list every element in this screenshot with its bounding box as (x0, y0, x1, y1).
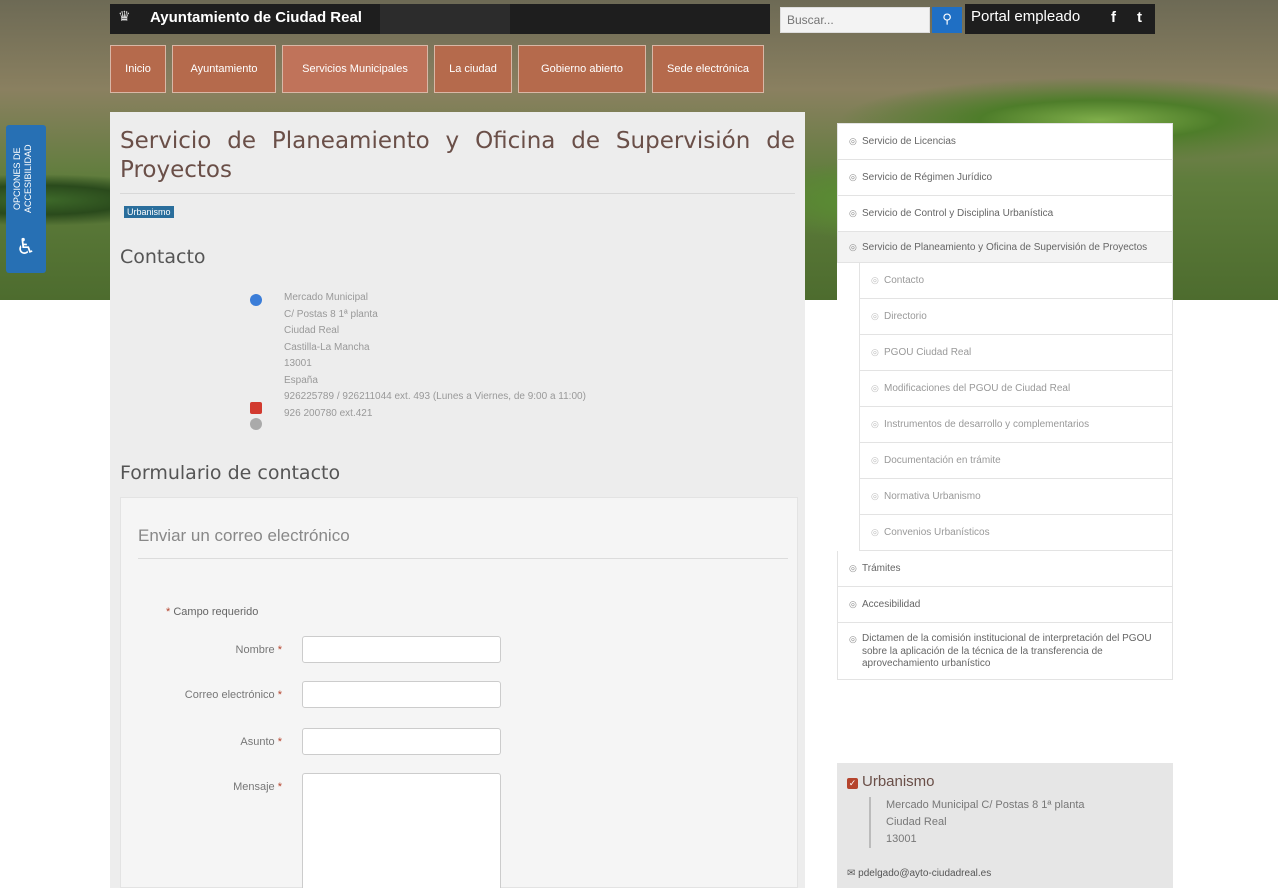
bullet-icon: ◎ (849, 242, 857, 252)
bullet-icon: ◎ (849, 563, 857, 573)
nav-item-ayuntamiento[interactable]: Ayuntamiento (172, 45, 276, 93)
bullet-icon: ◎ (849, 634, 857, 644)
bullet-icon: ◎ (849, 172, 857, 182)
bullet-icon: ◎ (871, 455, 879, 465)
facebook-icon[interactable]: f (1111, 9, 1116, 26)
page-title: Servicio de Planeamiento y Oficina de Su… (120, 128, 795, 183)
sidebar-item-licencias[interactable]: ◎ Servicio de Licencias (837, 123, 1173, 160)
bullet-icon: ◎ (871, 311, 879, 321)
bullet-icon: ◎ (871, 527, 879, 537)
bullet-icon: ◎ (871, 347, 879, 357)
sidebar-subitem-documentacion[interactable]: ◎ Documentación en trámite (859, 443, 1173, 479)
globe-icon (250, 294, 262, 306)
name-label: Nombre * (235, 644, 282, 656)
bullet-icon: ◎ (871, 383, 879, 393)
portal-empleado-bar: Portal empleado f t (965, 4, 1155, 34)
sidebar-subitem-convenios[interactable]: ◎ Convenios Urbanísticos (859, 515, 1173, 551)
address-line: Castilla-La Mancha (284, 341, 370, 353)
card-address: Mercado Municipal C/ Postas 8 1ª planta … (869, 797, 1149, 848)
address-line: 13001 (284, 358, 312, 369)
fax-number: 926 200780 ext.421 (284, 407, 373, 419)
message-label: Mensaje * (233, 781, 282, 793)
nav-item-gobierno-abierto[interactable]: Gobierno abierto (518, 45, 646, 93)
top-bar: ♛ Ayuntamiento de Ciudad Real (110, 4, 770, 34)
sidebar-item-planeamiento[interactable]: ◎ Servicio de Planeamiento y Oficina de S… (837, 232, 1173, 263)
sidebar-item-regimen-juridico[interactable]: ◎ Servicio de Régimen Jurídico (837, 160, 1173, 196)
address-line: C/ Postas 8 1ª planta (284, 308, 378, 320)
main-navigation: Inicio Ayuntamiento Servicios Municipale… (110, 45, 764, 93)
sidebar-subitem-contacto[interactable]: ◎ Contacto (859, 263, 1173, 299)
twitter-icon[interactable]: t (1137, 9, 1142, 26)
required-note-text: Campo requerido (173, 606, 259, 618)
bullet-icon: ◎ (871, 419, 879, 429)
search-button[interactable]: ⚲ (932, 7, 962, 33)
envelope-icon: ✉ (847, 868, 856, 879)
sidebar-menu: ◎ Servicio de Licencias ◎ Servicio de Régi… (837, 123, 1173, 680)
address-line: Mercado Municipal (284, 292, 368, 303)
message-field[interactable] (302, 773, 501, 888)
sidebar-subitem-pgou[interactable]: ◎ PGOU Ciudad Real (859, 335, 1173, 371)
site-name[interactable]: Ayuntamiento de Ciudad Real (150, 9, 362, 26)
subject-field[interactable] (302, 728, 501, 755)
sidebar-subitem-modificaciones[interactable]: ◎ Modificaciones del PGOU de Ciudad Real (859, 371, 1173, 407)
bullet-icon: ◎ (871, 275, 879, 285)
email-field[interactable] (302, 681, 501, 708)
subject-label: Asunto * (240, 736, 282, 748)
portal-empleado-link[interactable]: Portal empleado (971, 8, 1080, 25)
divider (120, 193, 795, 194)
name-field[interactable] (302, 636, 501, 663)
accessibility-options-tab[interactable]: OPCIONES DE ACCESIBILIDAD ♿ (6, 125, 46, 273)
contact-details: Mercado Municipal C/ Postas 8 1ª planta … (284, 290, 586, 422)
card-title: ✓ Urbanismo (847, 773, 935, 790)
phone-icon (250, 402, 262, 414)
email-label: Correo electrónico * (184, 689, 282, 701)
fax-icon (250, 418, 262, 430)
divider (138, 558, 788, 559)
accessibility-label: OPCIONES DE ACCESIBILIDAD (12, 144, 33, 214)
bullet-icon: ◎ (849, 136, 857, 146)
phone-number: 926225789 / 926211044 ext. 493 (Lunes a … (284, 391, 586, 402)
nav-item-servicios[interactable]: Servicios Municipales (282, 45, 428, 93)
sidebar-subitem-directorio[interactable]: ◎ Directorio (859, 299, 1173, 335)
sidebar-item-dictamen[interactable]: ◎ Dictamen de la comisión institucional d… (837, 623, 1173, 680)
checkbox-icon: ✓ (847, 778, 858, 789)
form-legend: Enviar un correo electrónico (138, 526, 350, 545)
card-email[interactable]: ✉ pdelgado@ayto-ciudadreal.es (847, 868, 991, 879)
address-line: Ciudad Real (284, 325, 340, 336)
sidebar-item-control-disciplina[interactable]: ◎ Servicio de Control y Disciplina Urbaní… (837, 196, 1173, 232)
nav-item-la-ciudad[interactable]: La ciudad (434, 45, 512, 93)
address-line: España (284, 374, 318, 386)
contact-heading: Contacto (120, 246, 206, 268)
sidebar-subitem-normativa[interactable]: ◎ Normativa Urbanismo (859, 479, 1173, 515)
sidebar-item-accesibilidad[interactable]: ◎ Accesibilidad (837, 587, 1173, 623)
wheelchair-icon: ♿ (16, 235, 36, 260)
nav-item-inicio[interactable]: Inicio (110, 45, 166, 93)
nav-item-sede-electronica[interactable]: Sede electrónica (652, 45, 764, 93)
bullet-icon: ◎ (849, 208, 857, 218)
contact-form: Enviar un correo electrónico * Campo req… (120, 497, 798, 888)
sidebar-subitem-instrumentos[interactable]: ◎ Instrumentos de desarrollo y complement… (859, 407, 1173, 443)
search-input[interactable] (780, 7, 930, 33)
bullet-icon: ◎ (871, 491, 879, 501)
search-icon: ⚲ (942, 12, 952, 27)
city-crest-icon: ♛ (118, 9, 131, 25)
department-contact-card: ✓ Urbanismo Mercado Municipal C/ Postas 8… (837, 763, 1173, 888)
top-bar-divider (380, 4, 510, 34)
main-content: Servicio de Planeamiento y Oficina de Su… (110, 112, 805, 888)
required-note: * Campo requerido (166, 606, 259, 618)
sidebar-item-tramites[interactable]: ◎ Trámites (837, 551, 1173, 587)
bullet-icon: ◎ (849, 599, 857, 609)
form-heading: Formulario de contacto (120, 462, 341, 484)
category-tag[interactable]: Urbanismo (124, 206, 174, 218)
